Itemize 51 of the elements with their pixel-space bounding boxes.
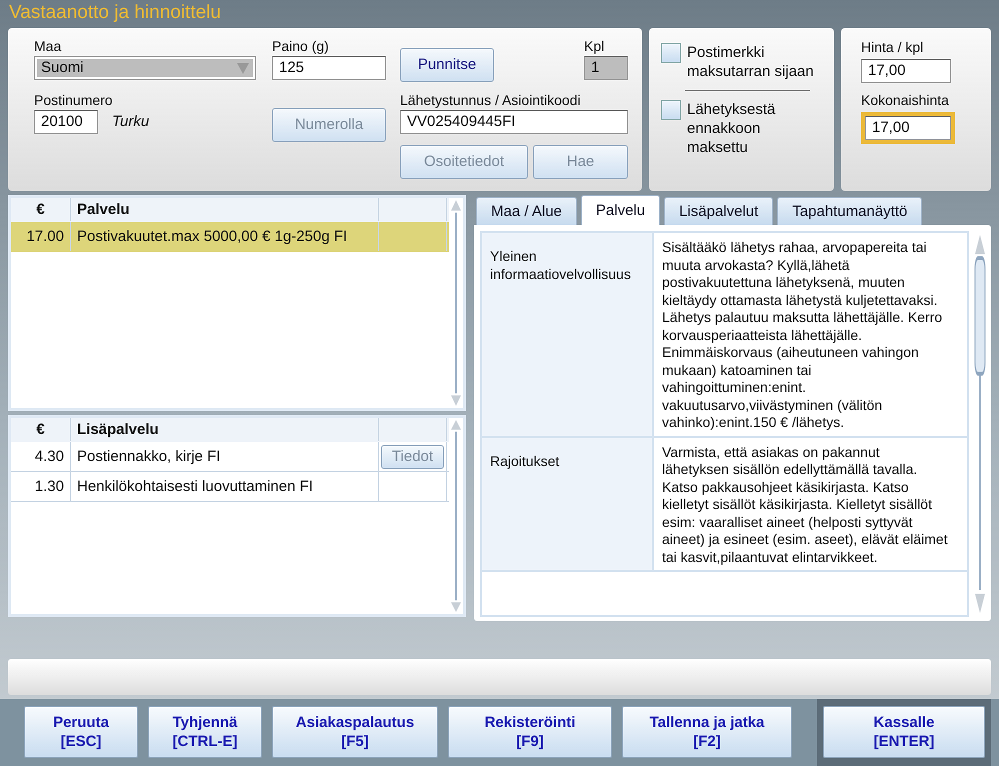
table-row[interactable]: 1.30 Henkilökohtaisesti luovuttaminen FI	[11, 472, 449, 502]
checkbox[interactable]	[661, 42, 681, 63]
action-button[interactable]: Tallenna ja jatka [F2]	[622, 706, 792, 758]
info-text: Varmista, että asiakas on pakannut lähetyksen sisällön edellyttämällä tavalla. Katso pakkausohjeet käsikirjasta. Katso kielletyt sisällöt käsikirjasta. Kielletyt sisällöt esim: vaaralliset aineet (helposti syttyvät aineet) ja esineet (esim. aseet), elävät eläimet tai kasvit,pilaantuvat elintarvikkeet.	[661, 442, 949, 567]
checkbox[interactable]	[661, 100, 681, 120]
action-button[interactable]: Asiakaspalautus [F5]	[272, 706, 438, 758]
price-cell: 1.30	[11, 472, 71, 502]
count-field[interactable]: 1	[584, 56, 628, 80]
tracking-code-field[interactable]: VV025409445FI	[400, 110, 628, 134]
table-row[interactable]: 17.00 Postivakuutet.max 5000,00 € 1g-250g FI	[11, 222, 449, 252]
scrollbar-icon[interactable]	[449, 198, 463, 408]
total-price-field[interactable]: 17,00	[865, 116, 951, 140]
postcode-field[interactable]: 20100	[34, 110, 98, 134]
checkbox-label: Postimerkki maksutarran sijaan	[687, 42, 815, 81]
info-label: Rajoitukset	[482, 438, 654, 570]
unit-price-field[interactable]: 17,00	[861, 58, 951, 83]
column-header: Palvelu	[71, 198, 379, 222]
dropdown-value: Suomi	[41, 59, 84, 76]
field-label: Postinumero	[34, 92, 114, 109]
info-text: Sisältääkö lähetys rahaa, arvopapereita tai muuta arvokasta? Kyllä,lähetä postivakuutettuna lähetyksenä, muuten kieltäydy ottamasta lähetystä kuljetettavaksi. Lähetys palautuu maksutta lähettäjälle. Kerro korvausperiaatteista lähettäjälle. Enimmäiskorvaus (aiheutuneen vahingon mukaan) katoaminen tai vahingoittuminen:enint. vakuutusarvo,viivästyminen (välitön vahinko):enint.150 € /lähetys.	[661, 238, 944, 432]
field-label: Paino (g)	[272, 38, 330, 55]
tab[interactable]: Lisäpalvelut	[664, 197, 774, 226]
tab[interactable]: Palvelu	[580, 195, 660, 226]
action-button[interactable]: Rekisteröinti [F9]	[448, 706, 612, 758]
checkbox-label: Lähetyksestä ennakkoon maksettu	[687, 100, 776, 157]
dropdown-arrow-icon	[237, 62, 249, 74]
action-button[interactable]: Peruuta [ESC]	[24, 706, 138, 758]
field-label: Maa	[34, 38, 62, 55]
service-cell: Henkilökohtaisesti luovuttaminen FI	[71, 472, 379, 502]
tab[interactable]: Tapahtumanäyttö	[777, 197, 922, 226]
column-header: Lisäpalvelu	[71, 418, 379, 442]
weigh-button[interactable]: Punnitse	[400, 48, 494, 82]
column-header: €	[11, 418, 71, 442]
service-cell: Postivakuutet.max 5000,00 € 1g-250g FI	[71, 222, 379, 252]
info-label: Yleinen informaatiovelvollisuus	[482, 233, 654, 436]
field-label: Kokonaishinta	[861, 92, 950, 109]
field-label: Kpl	[584, 38, 606, 55]
scrollbar-icon[interactable]	[449, 418, 463, 614]
weight-field[interactable]: 125	[272, 56, 386, 80]
service-cell: Postiennakko, kirje FI	[71, 442, 379, 472]
city-name: Turku	[112, 113, 150, 130]
action-button[interactable]: Kassalle [ENTER]	[823, 706, 985, 758]
column-header: €	[11, 198, 71, 222]
tab[interactable]: Maa / Alue	[476, 197, 577, 226]
field-label: Hinta / kpl	[861, 38, 924, 56]
window-title: Vastaanotto ja hinnoittelu	[8, 1, 222, 25]
country-dropdown[interactable]: Suomi	[34, 56, 256, 80]
field-label: Lähetystunnus / Asiointikoodi	[400, 92, 582, 109]
price-cell: 17.00	[11, 222, 71, 252]
action-button[interactable]: Tyhjennä [CTRL-E]	[148, 706, 262, 758]
price-cell: 4.30	[11, 442, 71, 472]
